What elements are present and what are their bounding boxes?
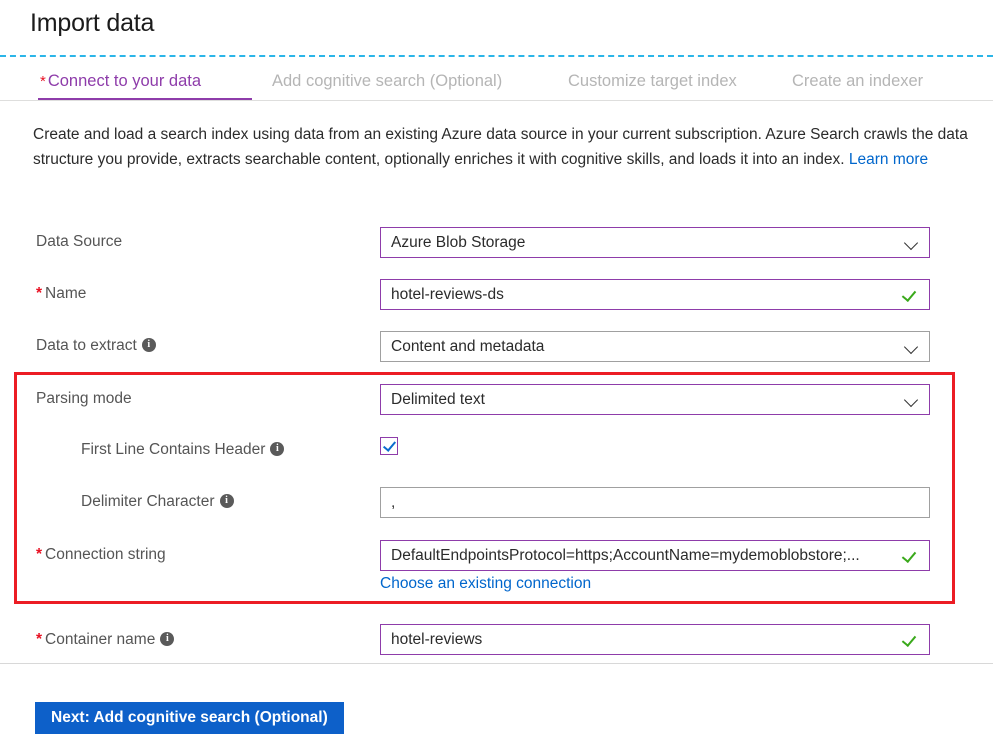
chevron-down-icon[interactable] — [905, 393, 919, 407]
info-icon[interactable] — [142, 338, 156, 352]
label-text: Container name — [45, 631, 155, 648]
label-text: Parsing mode — [36, 390, 132, 407]
dropdown-parsing-mode[interactable]: Delimited text — [380, 384, 930, 415]
label-container-name: *Container name — [36, 630, 174, 650]
info-icon[interactable] — [270, 442, 284, 456]
label-data-source: Data Source — [36, 232, 122, 252]
label-connection-string: *Connection string — [36, 545, 166, 565]
field-value: , — [391, 494, 919, 512]
footer-divider — [0, 663, 993, 664]
field-value: Azure Blob Storage — [391, 234, 899, 252]
choose-existing-connection-link[interactable]: Choose an existing connection — [380, 574, 591, 594]
next-add-cognitive-search-button[interactable]: Next: Add cognitive search (Optional) — [35, 702, 344, 734]
info-icon[interactable] — [220, 494, 234, 508]
label-text: Name — [45, 285, 86, 302]
label-name: *Name — [36, 284, 86, 304]
required-asterisk: * — [36, 631, 42, 648]
checkbox-first-line-contains-header[interactable] — [380, 437, 398, 455]
import-data-form: Data SourceAzure Blob Storage*Namehotel-… — [0, 0, 993, 746]
label-parsing-mode: Parsing mode — [36, 389, 132, 409]
valid-check-icon — [903, 548, 919, 564]
label-text: Data to extract — [36, 337, 137, 354]
required-asterisk: * — [36, 285, 42, 302]
dropdown-data-to-extract[interactable]: Content and metadata — [380, 331, 930, 362]
dropdown-data-source[interactable]: Azure Blob Storage — [380, 227, 930, 258]
label-delimiter-character: Delimiter Character — [81, 492, 234, 512]
input-name[interactable]: hotel-reviews-ds — [380, 279, 930, 310]
label-text: First Line Contains Header — [81, 441, 265, 458]
required-asterisk: * — [36, 546, 42, 563]
input-delimiter-character[interactable]: , — [380, 487, 930, 518]
valid-check-icon — [903, 287, 919, 303]
chevron-down-icon[interactable] — [905, 340, 919, 354]
label-text: Data Source — [36, 233, 122, 250]
label-first-line-contains-header: First Line Contains Header — [81, 440, 284, 460]
field-value: DefaultEndpointsProtocol=https;AccountNa… — [391, 547, 897, 565]
field-value: hotel-reviews — [391, 631, 897, 649]
field-value: Delimited text — [391, 391, 899, 409]
input-container-name[interactable]: hotel-reviews — [380, 624, 930, 655]
valid-check-icon — [903, 632, 919, 648]
label-text: Connection string — [45, 546, 166, 563]
label-text: Delimiter Character — [81, 493, 215, 510]
info-icon[interactable] — [160, 632, 174, 646]
chevron-down-icon[interactable] — [905, 236, 919, 250]
input-connection-string[interactable]: DefaultEndpointsProtocol=https;AccountNa… — [380, 540, 930, 571]
field-value: Content and metadata — [391, 338, 899, 356]
field-value: hotel-reviews-ds — [391, 286, 897, 304]
label-data-to-extract: Data to extract — [36, 336, 156, 356]
